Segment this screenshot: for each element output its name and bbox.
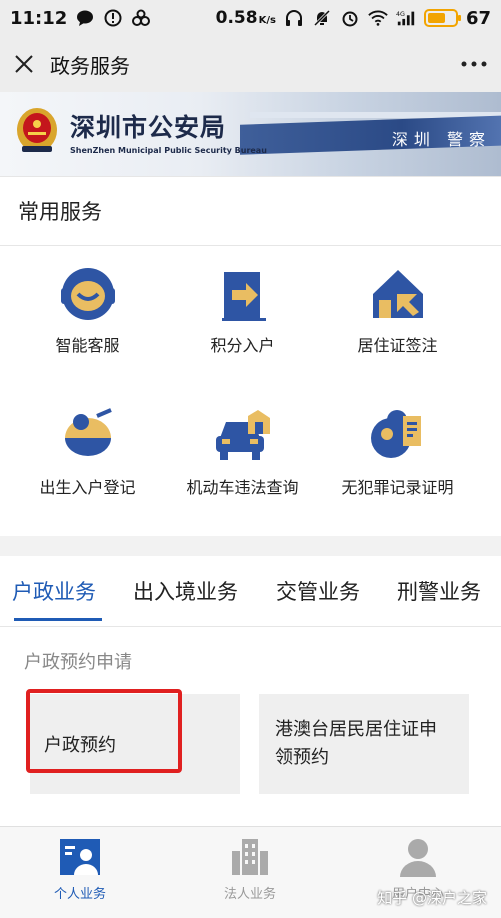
tab-household[interactable]: 户政业务 [12, 576, 96, 606]
tab-traffic[interactable]: 交管业务 [276, 576, 360, 606]
corporate-business-icon [228, 837, 272, 877]
more-icon[interactable] [459, 52, 489, 76]
battery-icon [423, 9, 461, 27]
battery-percent: 67 [465, 7, 491, 29]
svg-text:4G: 4G [396, 11, 405, 18]
residence-permit-icon [369, 266, 427, 322]
service-no-criminal-record[interactable]: 无犯罪记录证明 [314, 408, 481, 538]
service-points-household[interactable]: 积分入户 [159, 266, 326, 396]
watermark: 知乎 @深户之家 [377, 889, 487, 907]
banner: 深圳 警察 深圳市公安局 ShenZhen Municipal Public S… [0, 92, 501, 176]
user-center-icon [396, 837, 440, 877]
nav-label: 个人业务 [53, 887, 106, 902]
alarm-icon [340, 9, 360, 27]
net-speed: 0.58 [215, 8, 258, 28]
card-hkmt-residence-appointment[interactable]: 港澳台居民居住证申 领预约 [259, 694, 469, 794]
battery-fill [427, 13, 445, 23]
service-label: 居住证签注 [357, 336, 438, 355]
service-label: 机动车违法查询 [186, 478, 299, 497]
no-criminal-record-icon [369, 408, 427, 464]
page-title: 政务服务 [50, 53, 130, 78]
business-tabs: 户政业务 出入境业务 交管业务 刑警业务 [0, 556, 501, 626]
common-services-title: 常用服务 [18, 200, 102, 224]
police-emblem-logo [14, 106, 60, 156]
personal-business-icon [58, 837, 102, 877]
service-label: 积分入户 [210, 336, 275, 355]
household-appointment-title: 户政预约申请 [24, 652, 132, 673]
nav-corporate-business[interactable]: 法人业务 [200, 837, 300, 902]
service-birth-registration[interactable]: 出生入户登记 [4, 408, 171, 538]
status-time: 11:12 [10, 7, 68, 29]
link-icon [131, 9, 151, 27]
wifi-icon [368, 9, 388, 27]
service-label: 智能客服 [55, 336, 120, 355]
card-label-line2: 领预约 [275, 747, 329, 768]
service-label: 无犯罪记录证明 [341, 478, 454, 497]
points-household-icon [214, 266, 272, 322]
birth-registration-icon [59, 408, 117, 464]
mute-icon [312, 9, 332, 27]
service-label: 出生入户登记 [39, 478, 136, 497]
card-label-line1: 港澳台居民居住证申 [275, 719, 437, 740]
vehicle-violation-icon [214, 408, 272, 464]
banner-photo-text: 深圳 警察 [391, 130, 491, 149]
tab-entry-exit[interactable]: 出入境业务 [133, 576, 238, 606]
headphones-icon [284, 9, 304, 27]
notification-icon [103, 9, 123, 27]
signal-icon: 4G [396, 9, 416, 27]
service-residence-permit[interactable]: 居住证签注 [314, 266, 481, 396]
tab-active-indicator [14, 618, 102, 621]
service-vehicle-violation[interactable]: 机动车违法查询 [159, 408, 326, 538]
close-icon[interactable] [12, 52, 36, 76]
nav-label: 法人业务 [223, 887, 276, 902]
tab-criminal[interactable]: 刑警业务 [397, 576, 481, 606]
nav-bar: 政务服务 [0, 36, 501, 92]
bureau-subtitle: ShenZhen Municipal Public Security Burea… [70, 146, 267, 155]
nav-personal-business[interactable]: 个人业务 [30, 837, 130, 902]
net-unit: K/s [258, 15, 276, 26]
chat-bubble-icon [75, 9, 95, 27]
service-smart-customer-service[interactable]: 智能客服 [4, 266, 171, 396]
bottom-nav: 个人业务 法人业务 用户中心 知乎 @深户之家 [0, 826, 501, 918]
bureau-name: 深圳市公安局 [70, 113, 227, 142]
status-bar: 11:12 0.58K/s 4G 67 [0, 0, 501, 36]
highlight-annotation [26, 689, 182, 773]
customer-service-icon [59, 266, 117, 322]
